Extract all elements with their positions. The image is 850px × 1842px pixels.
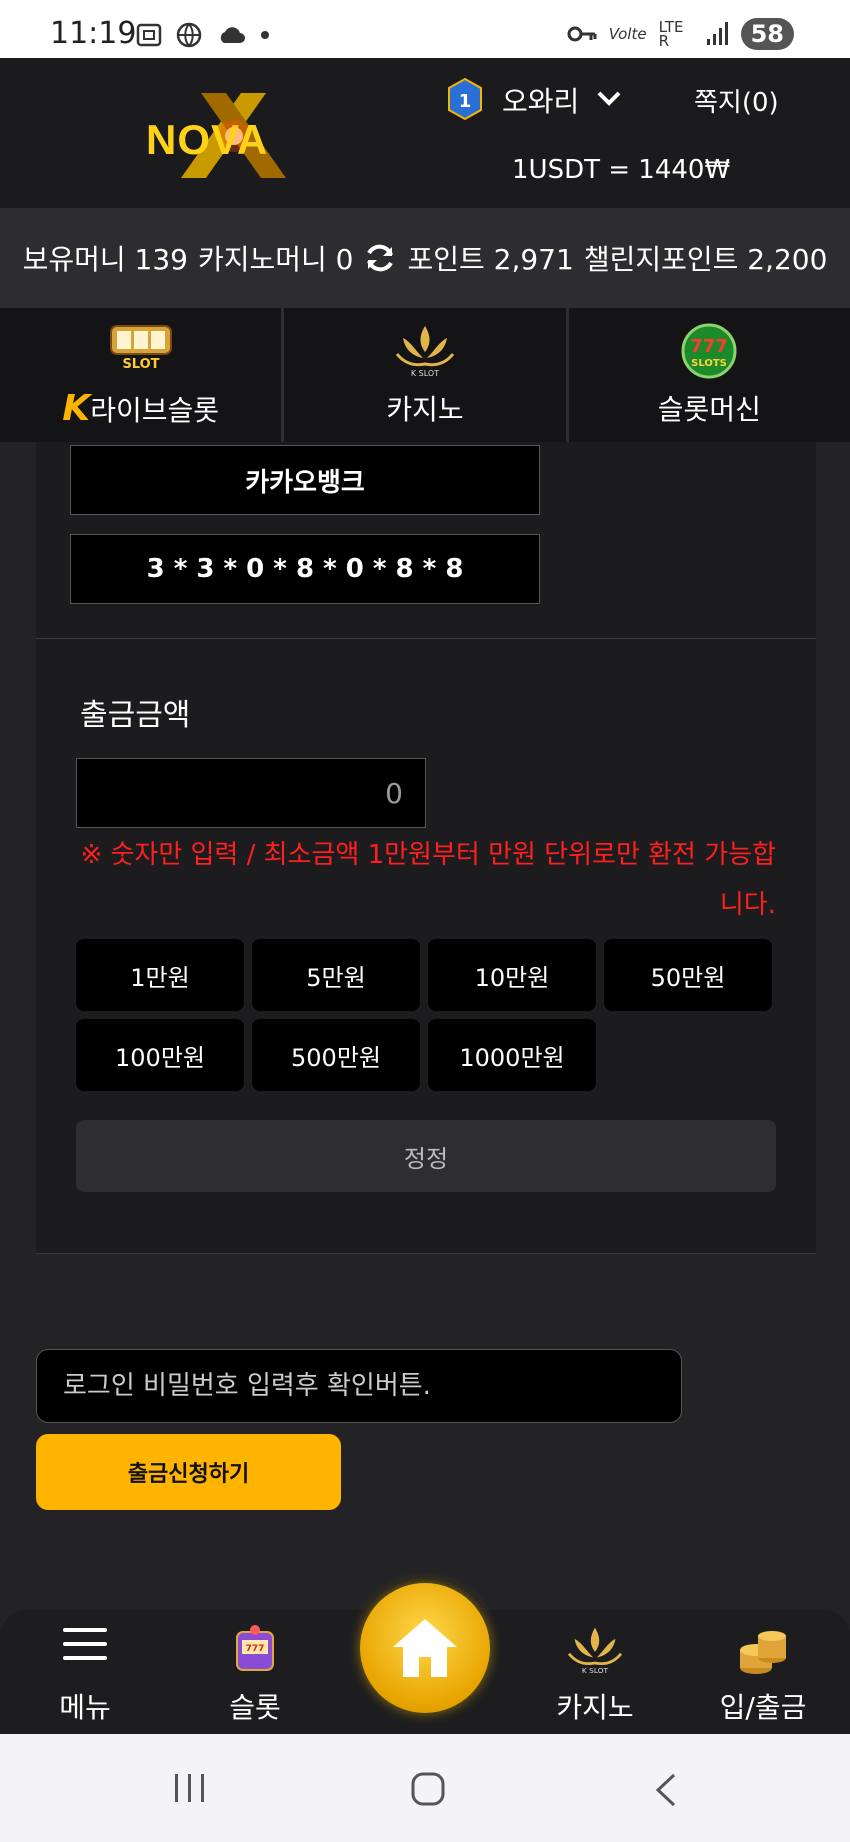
svg-text:777: 777 [691,336,729,357]
amount-input[interactable] [76,758,426,828]
game-tabs: SLOT K라이브슬롯 K SLOT 카지노 777 SLOTS 슬롯머신 [0,308,850,442]
status-time: 11:19 [50,16,137,51]
quick-amount-500[interactable]: 500만원 [252,1019,420,1091]
status-left-icons [136,22,270,48]
challenge-points: 챌린지포인트 2,200 [583,243,828,276]
status-bar: 11:19 Volte LTE R 58 [0,0,850,58]
kslot-crown-icon: K SLOT [567,1627,623,1675]
hamburger-icon [63,1628,107,1660]
account-number-field: 3 * 3 * 0 * 8 * 0 * 8 * 8 [70,534,540,604]
status-right-icons: Volte LTE R 58 [567,18,794,50]
volte-icon: Volte [608,25,647,43]
refresh-icon[interactable] [363,241,397,275]
amount-warning: ※ 숫자만 입력 / 최소금액 1만원부터 만원 단위로만 환전 가능합니다. [80,840,776,920]
home-nav-icon[interactable] [410,1772,446,1806]
quick-amount-50[interactable]: 50만원 [604,939,772,1011]
quick-amount-10[interactable]: 10만원 [428,939,596,1011]
slot-machine-icon: 777 [236,1625,274,1671]
coins-icon [740,1631,786,1674]
tab-casino[interactable]: K SLOT 카지노 [284,308,569,442]
svg-text:777: 777 [246,1644,265,1654]
casino-money: 카지노머니 0 [197,243,354,276]
recent-apps-icon[interactable] [172,1772,208,1804]
username[interactable]: 오와리 [502,80,579,120]
tab-label-live-slot: K라이브슬롯 [62,388,220,429]
nav-menu[interactable]: 메뉴 [20,1610,150,1734]
submit-withdraw-button[interactable]: 출금신청하기 [36,1434,341,1510]
password-input[interactable] [36,1349,682,1423]
tab-slot-machine[interactable]: 777 SLOTS 슬롯머신 [569,308,850,442]
nav-casino[interactable]: K SLOT 카지노 [530,1610,660,1734]
k-logo-icon: K [62,388,91,429]
nova-logo[interactable]: NOVA [146,88,326,183]
cloud-icon [220,27,245,43]
quick-amount-1[interactable]: 1만원 [76,939,244,1011]
screenshot-icon [136,23,162,47]
balance-bar: 보유머니 139 카지노머니 0 포인트 2,971 챌린지포인트 2,200 [0,208,850,308]
svg-text:K SLOT: K SLOT [582,1666,609,1675]
dot-icon [261,31,269,39]
rank-badge-icon: 1 [448,78,482,120]
reset-button[interactable]: 정정 [76,1120,776,1192]
points: 포인트 2,971 [407,243,574,276]
home-icon [393,1619,457,1677]
rank-level: 1 [459,91,472,112]
nav-slot[interactable]: 777 슬롯 [190,1610,320,1734]
svg-text:SLOT: SLOT [122,357,159,372]
system-nav-bar [0,1734,850,1842]
tab-live-slot[interactable]: SLOT K라이브슬롯 [0,308,285,442]
quick-amount-5[interactable]: 5만원 [252,939,420,1011]
777-slots-icon: 777 SLOTS [681,323,737,379]
nav-label-casino: 카지노 [556,1691,634,1724]
svg-text:K SLOT: K SLOT [411,369,439,378]
messages-link[interactable]: 쪽지(0) [694,82,779,119]
kslot-crown-icon: K SLOT [395,326,455,378]
quick-amount-1000[interactable]: 1000만원 [428,1019,596,1091]
tab-label-casino: 카지노 [386,393,464,426]
nav-label-menu: 메뉴 [59,1691,111,1724]
amount-label: 출금금액 [80,698,191,733]
back-icon[interactable] [652,1772,678,1808]
site-header: NOVA 1 오와리 쪽지(0) 1USDT = 1440₩ [0,58,850,208]
section-divider [36,638,816,639]
exchange-rate: 1USDT = 1440₩ [512,155,731,185]
globe-icon [176,22,202,48]
key-icon [567,26,597,42]
nav-deposit-withdraw[interactable]: 입/출금 [698,1610,828,1734]
holding-money: 보유머니 139 [22,243,188,276]
network-label: LTE R [658,18,684,50]
logo-text: NOVA [146,116,269,163]
battery-indicator: 58 [740,18,794,50]
quick-amount-100[interactable]: 100만원 [76,1019,244,1091]
chevron-down-icon[interactable] [596,88,622,108]
nav-label-slot: 슬롯 [229,1691,281,1724]
withdraw-panel: 카카오뱅크 3 * 3 * 0 * 8 * 0 * 8 * 8 출금금액 ※ 숫… [36,442,816,1254]
panel-bottom-divider [36,1253,816,1254]
signal-icon [706,22,728,45]
tab-label-slot-machine: 슬롯머신 [657,393,761,426]
home-button[interactable] [360,1583,490,1713]
nav-label-deposit: 입/출금 [719,1691,807,1724]
svg-text:SLOTS: SLOTS [691,358,727,369]
live-slot-icon: SLOT [109,325,172,372]
bank-name-field: 카카오뱅크 [70,445,540,515]
